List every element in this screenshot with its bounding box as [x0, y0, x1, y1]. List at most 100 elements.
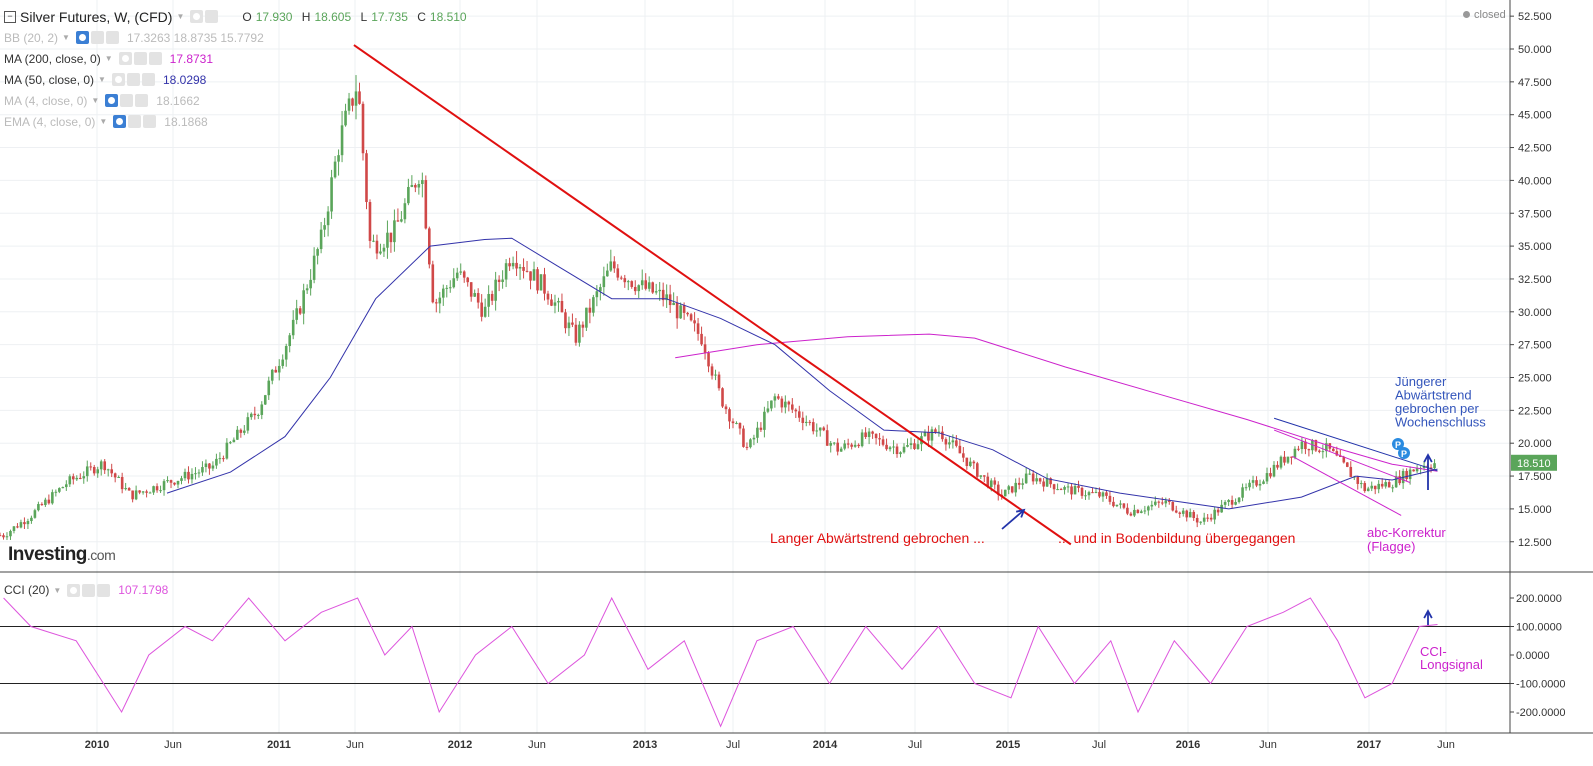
eye-icon[interactable]	[190, 10, 204, 23]
candle-body	[811, 422, 815, 432]
indicator-label[interactable]: EMA (4, close, 0)	[4, 115, 95, 129]
x-tick-label: 2011	[267, 739, 291, 751]
candle-body	[302, 290, 305, 314]
candle-body	[82, 476, 86, 479]
gear-icon[interactable]	[205, 10, 219, 23]
candle-body	[410, 184, 414, 187]
gear-icon[interactable]	[90, 31, 104, 44]
annotation-cci-longsignal: Longsignal	[1420, 657, 1483, 672]
eye-icon[interactable]	[118, 52, 132, 65]
candle-body	[85, 466, 89, 477]
chevron-down-icon[interactable]: ▼	[98, 75, 106, 84]
candle-body	[1195, 517, 1199, 523]
chart-stage[interactable]: 52.500 50.000 47.500 45.000 42.500 40.000 37.5…	[0, 0, 1593, 761]
close-icon[interactable]	[141, 73, 155, 86]
candle-body	[930, 429, 934, 441]
close-icon[interactable]	[97, 583, 111, 597]
candle-body	[913, 443, 916, 449]
candle-body	[511, 262, 515, 267]
candle-body	[1359, 483, 1363, 485]
symbol-title[interactable]: Silver Futures, W, (CFD)	[20, 9, 172, 25]
candle-body	[323, 225, 326, 230]
chevron-down-icon[interactable]: ▼	[62, 33, 70, 42]
candle-body	[58, 488, 61, 492]
x-tick-label: Jul	[908, 739, 922, 751]
candle-body	[2, 535, 5, 538]
candle-body	[613, 261, 616, 269]
candle-body	[497, 279, 501, 283]
candle-body	[529, 271, 532, 281]
candle-body	[592, 297, 595, 313]
candle-body	[141, 491, 145, 493]
candle-body	[1213, 509, 1216, 520]
annotation-abc: abc-Korrektur	[1367, 525, 1446, 540]
candle-body	[30, 517, 33, 522]
candle-body	[832, 442, 836, 444]
eye-icon[interactable]	[113, 115, 127, 128]
candle-body	[958, 445, 962, 454]
eye-icon[interactable]	[105, 94, 119, 107]
y-tick-label: 42.500	[1518, 143, 1552, 155]
indicator-label[interactable]: BB (20, 2)	[4, 31, 58, 45]
indicator-label[interactable]: MA (50, close, 0)	[4, 73, 94, 87]
candle-body	[1157, 501, 1161, 503]
candle-body	[267, 380, 271, 396]
candle-body	[1181, 510, 1185, 514]
candle-body	[602, 276, 606, 288]
chevron-down-icon[interactable]: ▼	[91, 96, 99, 105]
candle-body	[543, 274, 546, 294]
close-icon[interactable]	[143, 115, 157, 128]
chevron-down-icon[interactable]: ▼	[99, 117, 107, 126]
candle-body	[326, 211, 330, 226]
candle-body	[1014, 482, 1018, 493]
candle-body	[585, 307, 588, 328]
candle-body	[134, 490, 138, 500]
candle-body	[724, 406, 728, 410]
gear-icon[interactable]	[126, 73, 140, 86]
chevron-down-icon[interactable]: ▼	[176, 12, 184, 21]
eye-icon[interactable]	[75, 31, 89, 44]
chevron-down-icon[interactable]: ▼	[105, 54, 113, 63]
candle-body	[1251, 480, 1255, 483]
gear-icon[interactable]	[133, 52, 147, 65]
candle-body	[54, 491, 58, 493]
close-icon[interactable]	[105, 31, 119, 44]
candle-body	[469, 282, 473, 297]
gear-icon[interactable]	[82, 583, 96, 597]
candle-body	[23, 522, 26, 525]
candle-body	[532, 269, 536, 281]
close-icon[interactable]	[135, 94, 149, 107]
gear-icon[interactable]	[120, 94, 134, 107]
eye-icon[interactable]	[111, 73, 125, 86]
indicator-label[interactable]: MA (200, close, 0)	[4, 52, 101, 66]
close-icon[interactable]	[148, 52, 162, 65]
candle-body	[407, 186, 410, 204]
candle-body	[431, 264, 435, 303]
candle-body	[518, 266, 522, 269]
candle-body	[944, 439, 948, 445]
cci-label[interactable]: CCI (20)	[4, 583, 49, 597]
candle-body	[225, 442, 229, 459]
candle-body	[1297, 448, 1300, 450]
candle-body	[1066, 486, 1070, 488]
candle-body	[124, 488, 127, 490]
candle-body	[794, 409, 798, 412]
collapse-icon[interactable]: −	[4, 10, 16, 23]
candle-body	[75, 477, 79, 480]
indicator-label[interactable]: MA (4, close, 0)	[4, 94, 87, 108]
candle-body	[117, 476, 120, 478]
candle-body	[738, 422, 742, 429]
candle-body	[1070, 486, 1073, 495]
candle-body	[941, 431, 944, 440]
candle-body	[1174, 510, 1178, 513]
candle-body	[1345, 462, 1349, 467]
eye-icon[interactable]	[67, 583, 81, 597]
candle-body	[239, 429, 243, 433]
candle-body	[651, 282, 655, 293]
candle-body	[553, 302, 557, 306]
candle-body	[1321, 451, 1325, 453]
gear-icon[interactable]	[128, 115, 142, 128]
x-tick-label: 2010	[85, 739, 109, 751]
candle-body	[152, 486, 155, 493]
chevron-down-icon[interactable]: ▼	[53, 586, 61, 595]
